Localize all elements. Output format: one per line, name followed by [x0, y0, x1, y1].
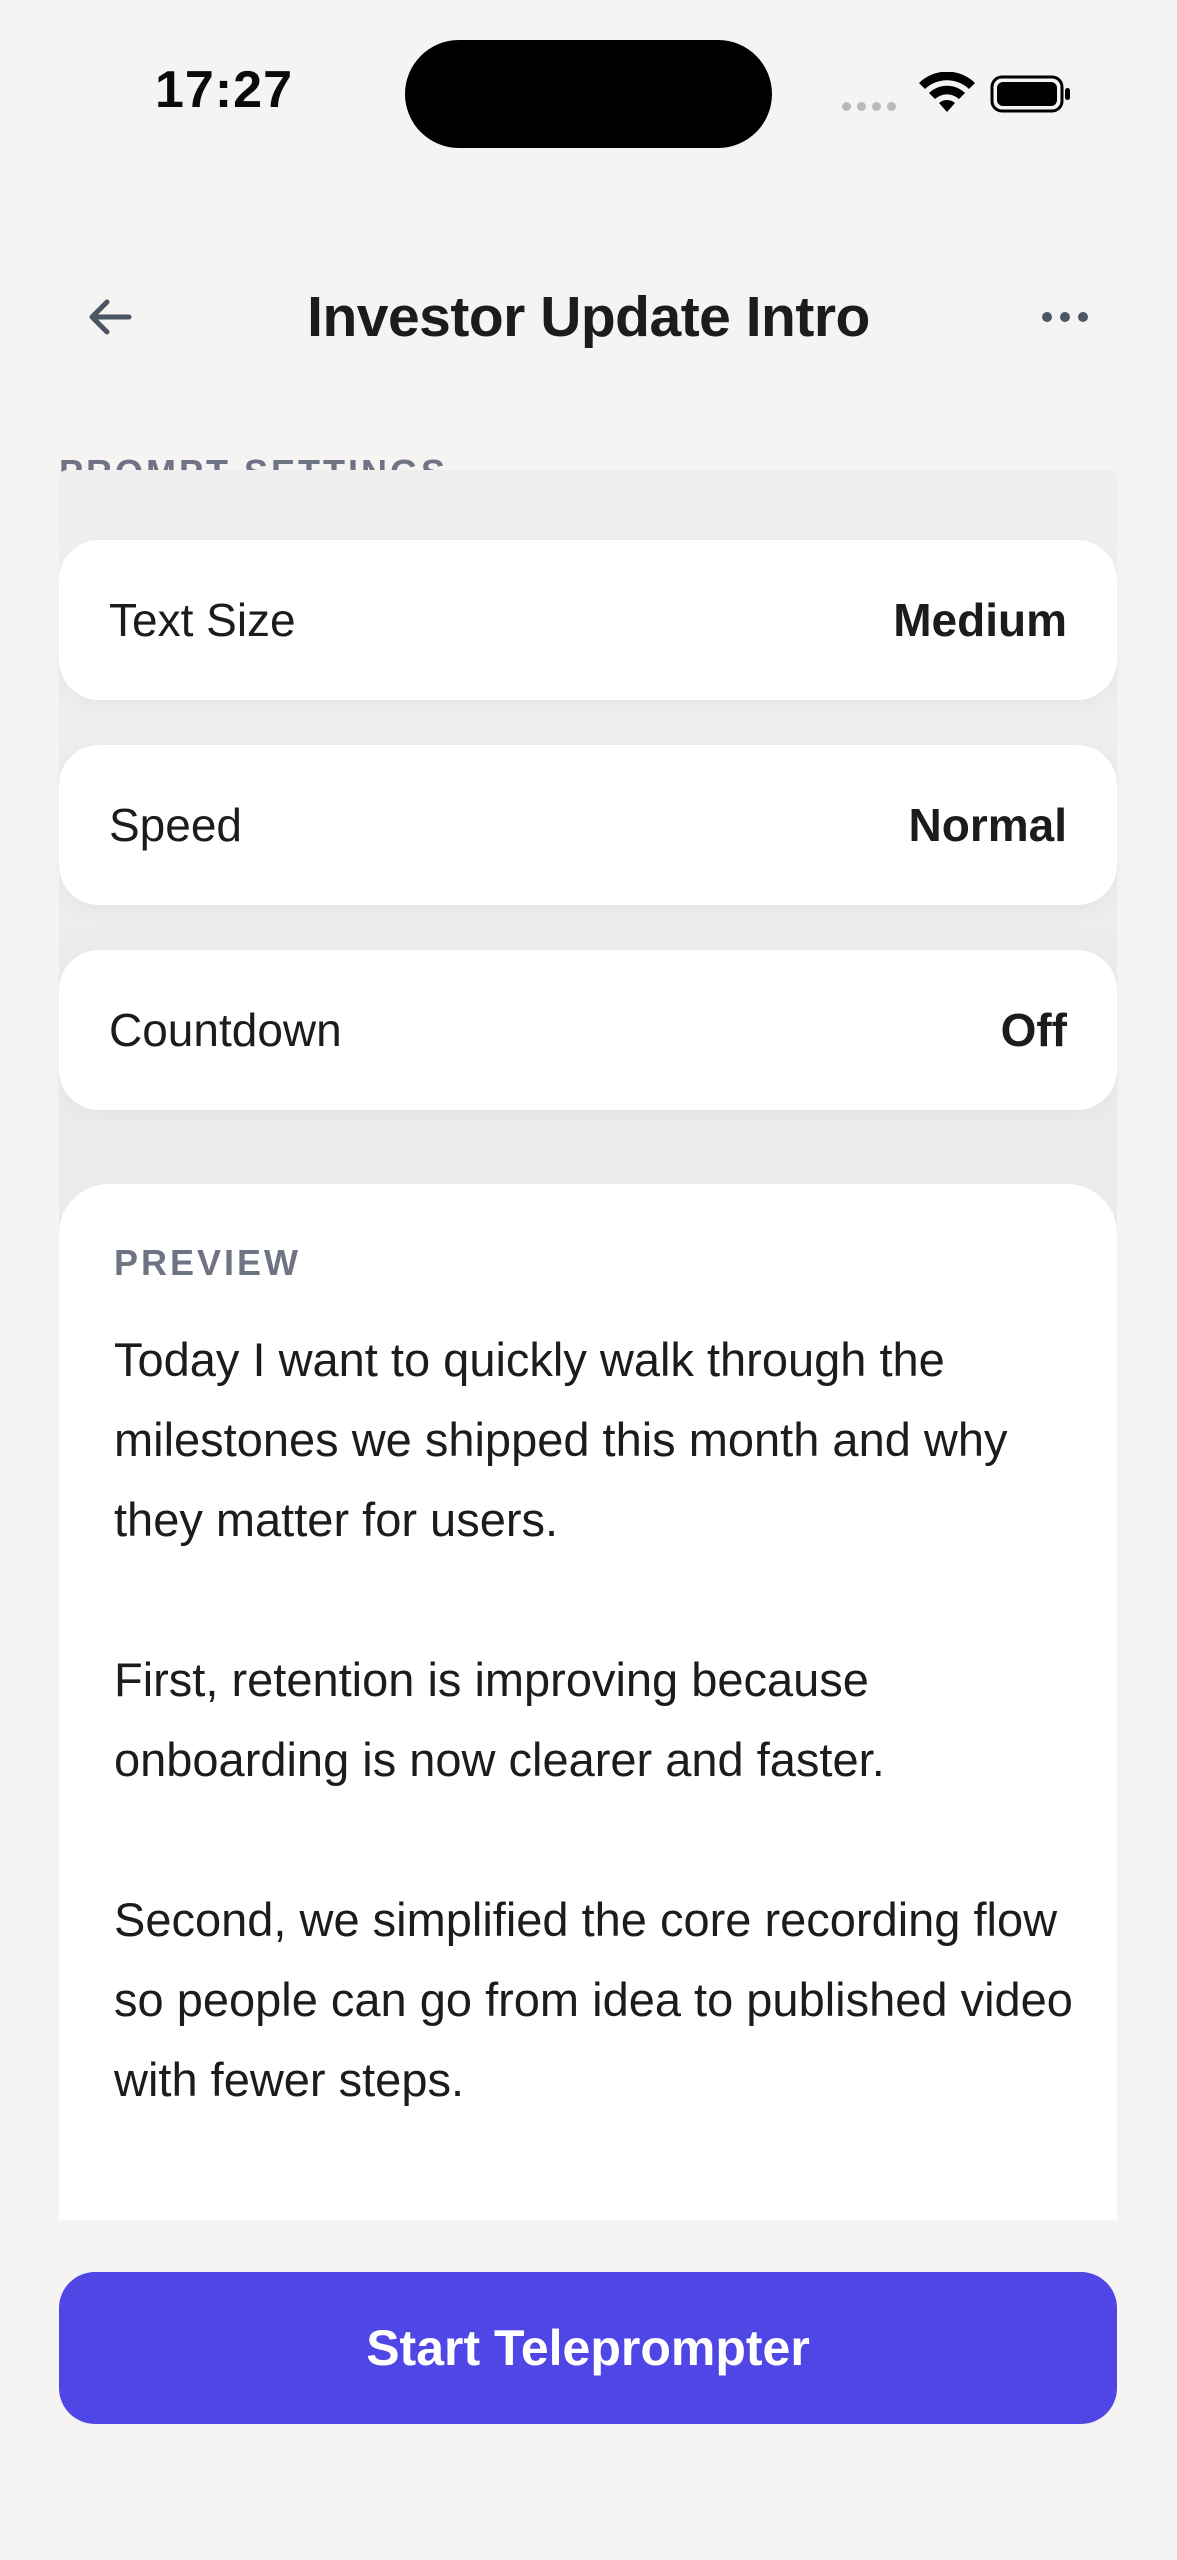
- wifi-icon: [919, 72, 975, 112]
- status-time: 17:27: [155, 61, 293, 119]
- setting-label: Speed: [109, 799, 243, 851]
- setting-label: Countdown: [109, 1004, 342, 1056]
- preview-script-text: Today I want to quickly walk through the…: [114, 1320, 1084, 2220]
- preview-label: PREVIEW: [114, 1242, 302, 1283]
- preview-paragraph: First, retention is improving because on…: [114, 1653, 885, 1786]
- start-teleprompter-button[interactable]: Start Teleprompter: [59, 2272, 1117, 2424]
- status-bar: 17:27: [0, 0, 1177, 190]
- setting-value: Medium: [893, 594, 1067, 646]
- setting-label: Text Size: [109, 594, 296, 646]
- more-options-button[interactable]: [1025, 282, 1105, 352]
- setting-value: Off: [1000, 1004, 1067, 1056]
- preview-paragraph: Finally, the next priority is performanc…: [114, 2200, 1084, 2220]
- nav-bar: Investor Update Intro: [0, 260, 1177, 370]
- dynamic-island: [405, 40, 772, 148]
- setting-row-text-size[interactable]: Text Size Medium: [59, 540, 1117, 700]
- battery-icon: [990, 75, 1070, 113]
- preview-card[interactable]: PREVIEW Today I want to quickly walk thr…: [59, 1184, 1117, 2220]
- setting-row-speed[interactable]: Speed Normal: [59, 745, 1117, 905]
- ellipsis-icon: [1042, 312, 1088, 322]
- setting-row-countdown[interactable]: Countdown Off: [59, 950, 1117, 1110]
- page-title: Investor Update Intro: [307, 285, 870, 349]
- cellular-signal-icon: [842, 102, 896, 111]
- preview-paragraph: Second, we simplified the core recording…: [114, 1893, 1073, 2106]
- preview-paragraph: Today I want to quickly walk through the…: [114, 1333, 1008, 1546]
- setting-value: Normal: [908, 799, 1067, 851]
